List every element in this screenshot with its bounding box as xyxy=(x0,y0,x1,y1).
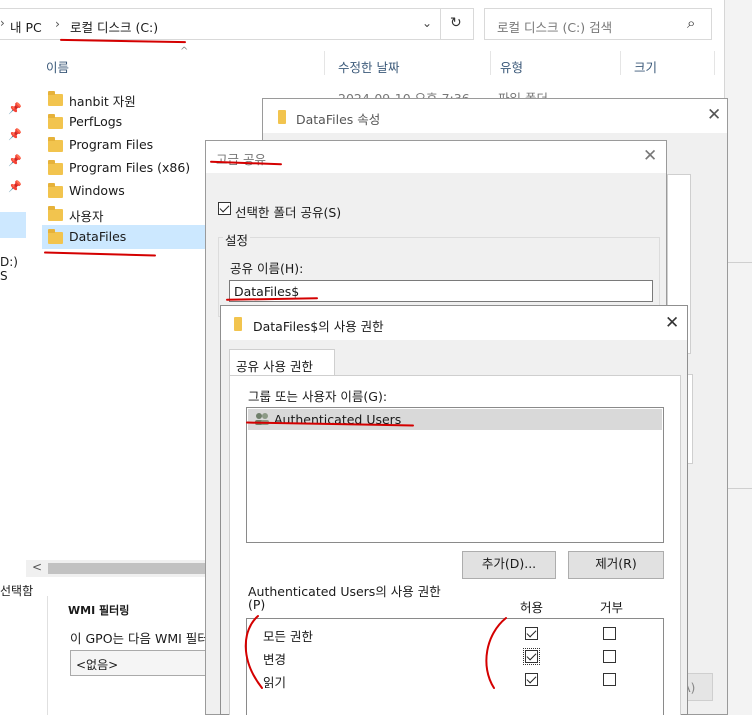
status-selected: 선택함 xyxy=(0,584,34,598)
breadcrumb-arrow-icon: › xyxy=(0,16,5,30)
gpo-panel: WMI 필터링 이 GPO는 다음 WMI 필터 <없음> xyxy=(47,596,230,715)
file-name: DataFiles xyxy=(69,229,127,244)
table-row: 읽기 xyxy=(247,669,663,691)
file-name: Program Files xyxy=(69,137,154,152)
deny-checkbox[interactable] xyxy=(603,627,616,640)
chevron-down-icon[interactable]: ⌄ xyxy=(422,16,432,30)
allow-header: 허용 xyxy=(520,600,544,615)
permission-name: 모든 권한 xyxy=(263,629,313,644)
folder-icon xyxy=(48,137,63,152)
pin-icon[interactable]: 📌 xyxy=(8,102,22,115)
breadcrumb-drive[interactable]: 로컬 디스크 (C:) xyxy=(70,17,158,36)
tab-label: 공유 사용 권한 xyxy=(236,359,313,374)
search-input[interactable]: 로컬 디스크 (C:) 검색 ⌕ xyxy=(484,8,712,40)
column-divider xyxy=(490,51,491,75)
close-icon[interactable]: ✕ xyxy=(665,315,679,332)
search-icon: ⌕ xyxy=(687,14,696,32)
properties-titlebar: DataFiles 속성 ✕ xyxy=(263,99,727,133)
window-edge-line xyxy=(724,262,752,263)
pin-icon[interactable]: 📌 xyxy=(8,180,22,193)
share-folder-checkbox[interactable] xyxy=(218,202,231,215)
column-name[interactable]: 이름 xyxy=(46,57,69,76)
share-folder-checkbox-row[interactable]: 선택한 폴더 공유(S) xyxy=(218,201,418,220)
table-row: 변경 xyxy=(247,646,663,668)
perm-label: Authenticated Users의 사용 권한 xyxy=(248,584,441,599)
file-name: PerfLogs xyxy=(69,114,123,129)
column-divider xyxy=(714,51,715,75)
table-row: 모든 권한 xyxy=(247,623,663,645)
advanced-titlebar: 고급 공유 ✕ xyxy=(206,141,666,173)
file-name: 사용자 xyxy=(69,209,104,224)
pin-icon[interactable]: 📌 xyxy=(8,128,22,141)
tab-share-permissions[interactable]: 공유 사용 권한 xyxy=(229,349,335,376)
permissions-titlebar: DataFiles$의 사용 권한 ✕ xyxy=(221,306,687,340)
group-label: 그룹 또는 사용자 이름(G): xyxy=(248,389,388,404)
folder-icon xyxy=(48,91,63,106)
folder-icon xyxy=(48,160,63,175)
column-size[interactable]: 크기 xyxy=(634,57,657,76)
refresh-button[interactable]: ↻ xyxy=(440,8,474,40)
annotation-bracket xyxy=(244,615,263,689)
allow-checkbox[interactable] xyxy=(525,673,538,686)
sort-arrow-icon: ^ xyxy=(180,46,189,57)
share-name-label: 공유 이름(H): xyxy=(230,261,304,276)
file-name: Program Files (x86) xyxy=(69,160,191,175)
gpo-text: 이 GPO는 다음 WMI 필터 xyxy=(70,631,209,646)
user-list[interactable]: Authenticated Users xyxy=(246,407,664,543)
folder-icon xyxy=(48,229,63,244)
properties-title: DataFiles 속성 xyxy=(296,112,381,127)
settings-group-label: 설정 xyxy=(223,230,251,249)
permission-table: 모든 권한 변경 읽기 xyxy=(246,618,664,715)
horizontal-scrollbar[interactable]: < xyxy=(26,560,222,577)
column-divider xyxy=(324,51,325,75)
perm-label-shortcut: (P) xyxy=(248,597,266,612)
folder-icon xyxy=(278,110,286,124)
permissions-dialog: DataFiles$의 사용 권한 ✕ 공유 사용 권한 그룹 또는 사용자 이… xyxy=(220,305,688,715)
file-name: Windows xyxy=(69,183,125,198)
folder-icon xyxy=(48,114,63,129)
window-edge-line xyxy=(724,488,752,489)
deny-checkbox[interactable] xyxy=(603,673,616,686)
pin-icon[interactable]: 📌 xyxy=(8,154,22,167)
permission-name: 읽기 xyxy=(263,675,287,690)
folder-icon xyxy=(48,206,63,221)
annotation-bracket xyxy=(485,617,507,689)
allow-checkbox[interactable] xyxy=(525,627,538,640)
column-headers: ^ 이름 수정한 날짜 유형 크기 xyxy=(30,45,720,81)
advanced-title: 고급 공유 xyxy=(216,152,266,167)
permissions-title: DataFiles$의 사용 권한 xyxy=(253,319,384,334)
permission-name: 변경 xyxy=(263,652,287,667)
nav-pane: 📌 📌 📌 📌 D:) S xyxy=(0,82,26,562)
scroll-thumb[interactable] xyxy=(48,563,218,574)
tab-panel: 그룹 또는 사용자 이름(G): Authenticated Users 추가(… xyxy=(229,375,681,715)
breadcrumb-pc[interactable]: 내 PC xyxy=(10,17,42,36)
column-modified[interactable]: 수정한 날짜 xyxy=(338,57,399,76)
list-item-selected[interactable]: Authenticated Users xyxy=(248,409,662,430)
remove-button[interactable]: 제거(R) xyxy=(568,551,664,579)
file-name: hanbit 자원 xyxy=(69,94,136,109)
close-icon[interactable]: ✕ xyxy=(707,107,721,124)
window-edge xyxy=(724,0,752,715)
close-icon[interactable]: ✕ xyxy=(643,148,657,165)
nav-drive-fragment[interactable]: D:) S xyxy=(0,255,26,283)
nav-selected-item[interactable] xyxy=(0,212,26,238)
folder-icon xyxy=(48,183,63,198)
list-item-selected[interactable]: DataFiles xyxy=(42,225,222,249)
add-button[interactable]: 추가(D)... xyxy=(462,551,556,579)
search-placeholder: 로컬 디스크 (C:) 검색 xyxy=(497,20,613,35)
allow-checkbox[interactable] xyxy=(523,648,540,665)
deny-checkbox[interactable] xyxy=(603,650,616,663)
scroll-left-button[interactable]: < xyxy=(32,560,42,574)
address-bar[interactable]: › 내 PC › 로컬 디스크 (C:) ⌄ xyxy=(0,8,470,40)
column-type[interactable]: 유형 xyxy=(500,57,523,76)
gpo-select-value: <없음> xyxy=(76,658,119,672)
deny-header: 거부 xyxy=(600,600,624,615)
share-folder-label: 선택한 폴더 공유(S) xyxy=(235,205,342,220)
refresh-icon: ↻ xyxy=(450,15,462,31)
gpo-heading: WMI 필터링 xyxy=(68,604,130,617)
breadcrumb-separator: › xyxy=(55,16,60,31)
folder-icon xyxy=(234,317,242,331)
column-divider xyxy=(620,51,621,75)
